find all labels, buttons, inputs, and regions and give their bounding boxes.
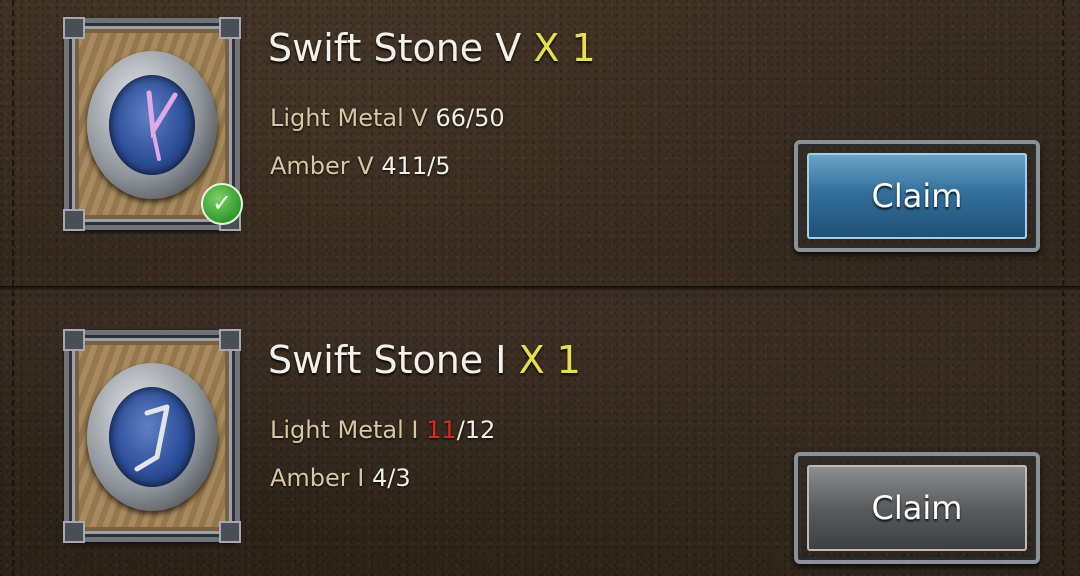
reward-name: Swift Stone I <box>268 338 507 382</box>
reward-quantity: X 1 <box>533 26 596 70</box>
frame-corner <box>63 329 85 351</box>
requirement-line: Amber I 4/3 <box>270 464 411 492</box>
material-have: 4 <box>372 464 388 492</box>
requirement-line: Light Metal I 11/12 <box>270 416 495 444</box>
claim-label: Claim <box>807 153 1027 239</box>
checkmark-icon: ✓ <box>201 183 243 225</box>
frame-corner <box>63 521 85 543</box>
gem-face <box>109 387 195 487</box>
frame-corner <box>219 521 241 543</box>
reward-row: Swift Stone I X 1 Light Metal I 11/12 Am… <box>0 312 1080 576</box>
reward-title: Swift Stone V X 1 <box>268 26 596 70</box>
material-name: Amber V <box>270 152 374 180</box>
rune-v-glyph <box>146 90 178 161</box>
material-need: /50 <box>466 104 505 132</box>
material-name: Light Metal I <box>270 416 419 444</box>
reward-row: ✓ Swift Stone V X 1 Light Metal V 66/50 … <box>0 0 1080 280</box>
material-need: /5 <box>427 152 451 180</box>
reward-quantity: X 1 <box>518 338 581 382</box>
material-need: /3 <box>387 464 411 492</box>
requirement-line: Amber V 411/5 <box>270 152 451 180</box>
swift-stone-icon <box>87 363 217 511</box>
gem-face <box>109 75 195 175</box>
item-frame[interactable]: ✓ <box>63 17 243 231</box>
material-need: /12 <box>456 416 496 444</box>
frame-corner <box>219 17 241 39</box>
material-have: 66 <box>435 104 467 132</box>
requirement-line: Light Metal V 66/50 <box>270 104 505 132</box>
reward-name: Swift Stone V <box>268 26 522 70</box>
row-divider <box>0 286 1080 292</box>
reward-title: Swift Stone I X 1 <box>268 338 581 382</box>
frame-corner <box>219 329 241 351</box>
material-have: 411 <box>381 152 428 180</box>
material-name: Amber I <box>270 464 365 492</box>
claim-button[interactable]: Claim <box>794 140 1040 252</box>
material-name: Light Metal V <box>270 104 428 132</box>
claim-button[interactable]: Claim <box>794 452 1040 564</box>
material-have: 11 <box>426 416 457 444</box>
claim-label: Claim <box>807 465 1027 551</box>
swift-stone-icon <box>87 51 217 199</box>
frame-corner <box>63 17 85 39</box>
rune-i-glyph <box>134 404 170 472</box>
item-frame[interactable] <box>63 329 241 543</box>
frame-corner <box>63 209 85 231</box>
reward-list-panel: ✓ Swift Stone V X 1 Light Metal V 66/50 … <box>0 0 1080 576</box>
